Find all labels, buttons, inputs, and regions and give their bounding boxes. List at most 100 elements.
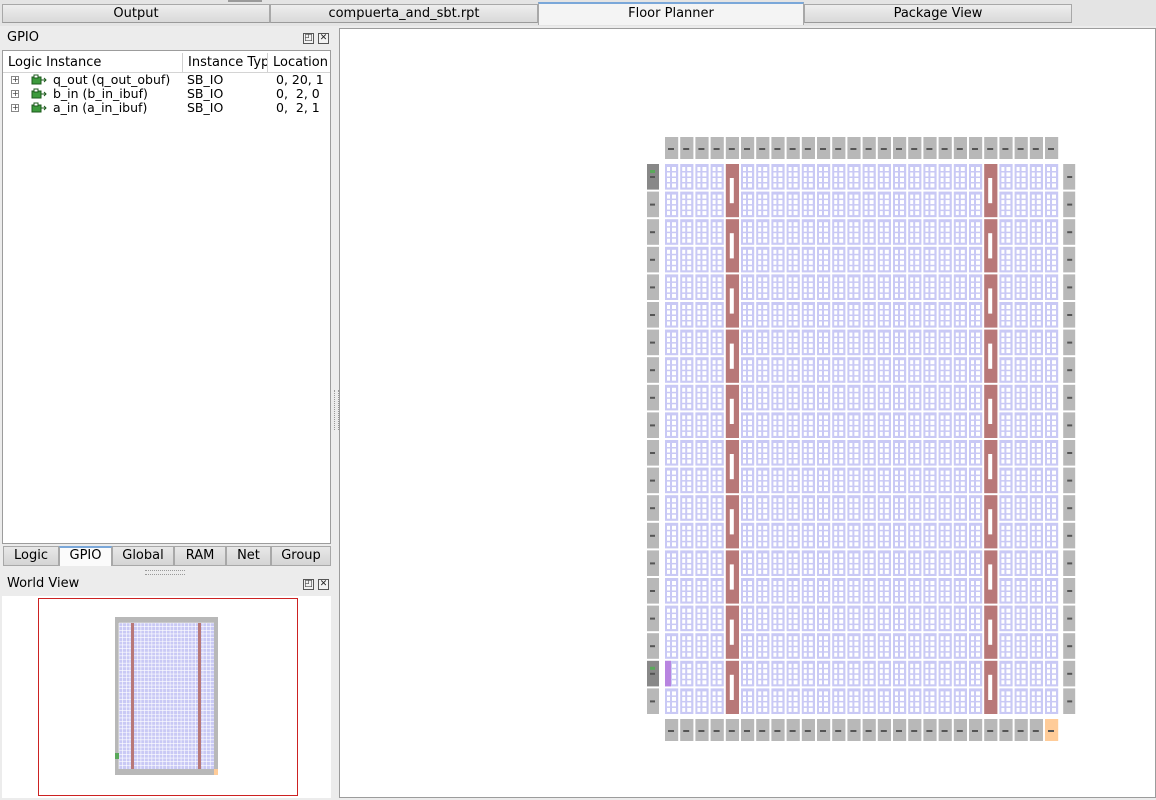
logic-cell[interactable] bbox=[788, 448, 792, 453]
logic-cell[interactable] bbox=[773, 205, 777, 210]
logic-cell[interactable] bbox=[697, 200, 701, 205]
logic-cell[interactable] bbox=[697, 387, 701, 392]
logic-cell[interactable] bbox=[712, 443, 716, 447]
logic-cell[interactable] bbox=[1016, 702, 1020, 707]
logic-cell[interactable] bbox=[763, 321, 768, 326]
logic-cell[interactable] bbox=[808, 476, 813, 481]
logic-tile[interactable] bbox=[771, 302, 785, 328]
io-pin[interactable] bbox=[972, 730, 978, 732]
logic-cell[interactable] bbox=[687, 487, 692, 492]
logic-cell[interactable] bbox=[682, 393, 686, 398]
logic-tile[interactable] bbox=[953, 605, 967, 632]
logic-cell[interactable] bbox=[849, 702, 853, 707]
logic-cell[interactable] bbox=[808, 249, 813, 254]
logic-tile[interactable] bbox=[710, 578, 724, 604]
logic-cell[interactable] bbox=[788, 194, 792, 199]
logic-cell[interactable] bbox=[925, 498, 929, 503]
logic-cell[interactable] bbox=[682, 443, 686, 447]
logic-cell[interactable] bbox=[910, 625, 914, 630]
logic-tile[interactable] bbox=[756, 329, 770, 356]
logic-cell[interactable] bbox=[702, 498, 707, 503]
logic-cell[interactable] bbox=[854, 525, 859, 530]
logic-cell[interactable] bbox=[915, 542, 920, 547]
logic-cell[interactable] bbox=[940, 211, 944, 216]
logic-cell[interactable] bbox=[717, 569, 722, 574]
logic-cell[interactable] bbox=[960, 525, 965, 530]
logic-cell[interactable] bbox=[1031, 558, 1035, 563]
logic-tile[interactable] bbox=[741, 412, 755, 438]
logic-cell[interactable] bbox=[793, 564, 798, 569]
logic-cell[interactable] bbox=[758, 431, 762, 436]
logic-cell[interactable] bbox=[971, 305, 974, 309]
logic-cell[interactable] bbox=[879, 211, 883, 216]
logic-cell[interactable] bbox=[687, 183, 692, 188]
logic-cell[interactable] bbox=[940, 255, 944, 260]
logic-cell[interactable] bbox=[895, 553, 898, 558]
logic-tile[interactable] bbox=[771, 495, 785, 521]
logic-cell[interactable] bbox=[793, 260, 798, 265]
logic-cell[interactable] bbox=[1006, 569, 1011, 574]
logic-cell[interactable] bbox=[925, 426, 929, 431]
logic-cell[interactable] bbox=[940, 431, 944, 436]
logic-cell[interactable] bbox=[697, 349, 701, 354]
logic-cell[interactable] bbox=[793, 282, 798, 287]
logic-cell[interactable] bbox=[955, 542, 959, 547]
logic-cell[interactable] bbox=[697, 702, 701, 707]
logic-cell[interactable] bbox=[773, 459, 777, 464]
logic-cell[interactable] bbox=[763, 470, 768, 475]
logic-cell[interactable] bbox=[1052, 360, 1056, 365]
logic-cell[interactable] bbox=[976, 558, 980, 563]
logic-cell[interactable] bbox=[778, 222, 783, 227]
logic-cell[interactable] bbox=[687, 343, 692, 348]
logic-cell[interactable] bbox=[940, 310, 944, 315]
logic-cell[interactable] bbox=[743, 696, 746, 701]
logic-cell[interactable] bbox=[667, 696, 670, 701]
logic-cell[interactable] bbox=[819, 398, 822, 403]
logic-cell[interactable] bbox=[808, 531, 813, 536]
logic-cell[interactable] bbox=[1006, 282, 1011, 287]
logic-cell[interactable] bbox=[1021, 569, 1026, 574]
logic-cell[interactable] bbox=[824, 404, 828, 409]
logic-cell[interactable] bbox=[712, 641, 716, 646]
logic-cell[interactable] bbox=[793, 431, 798, 436]
logic-cell[interactable] bbox=[910, 669, 914, 674]
logic-cell[interactable] bbox=[1016, 376, 1020, 381]
logic-cell[interactable] bbox=[945, 238, 950, 243]
logic-cell[interactable] bbox=[1006, 459, 1011, 464]
logic-cell[interactable] bbox=[1021, 476, 1026, 481]
logic-cell[interactable] bbox=[702, 360, 707, 365]
logic-cell[interactable] bbox=[910, 531, 914, 536]
io-pin[interactable] bbox=[1048, 730, 1054, 732]
logic-cell[interactable] bbox=[763, 260, 768, 265]
logic-cell[interactable] bbox=[702, 398, 707, 403]
logic-cell[interactable] bbox=[819, 371, 822, 376]
logic-cell[interactable] bbox=[758, 343, 762, 348]
logic-cell[interactable] bbox=[945, 398, 950, 403]
io-pin[interactable] bbox=[987, 730, 994, 732]
logic-cell[interactable] bbox=[758, 211, 762, 216]
logic-cell[interactable] bbox=[910, 277, 914, 282]
logic-cell[interactable] bbox=[808, 233, 813, 238]
logic-cell[interactable] bbox=[915, 636, 920, 641]
logic-cell[interactable] bbox=[960, 183, 965, 188]
logic-cell[interactable] bbox=[1036, 282, 1041, 287]
logic-tile[interactable] bbox=[893, 633, 907, 659]
logic-cell[interactable] bbox=[687, 553, 692, 558]
logic-cell[interactable] bbox=[849, 393, 853, 398]
logic-cell[interactable] bbox=[895, 227, 898, 232]
logic-cell[interactable] bbox=[1001, 525, 1005, 530]
logic-cell[interactable] bbox=[682, 431, 686, 436]
logic-tile[interactable] bbox=[801, 412, 815, 438]
logic-cell[interactable] bbox=[834, 293, 838, 298]
logic-cell[interactable] bbox=[1021, 669, 1026, 674]
logic-cell[interactable] bbox=[930, 680, 935, 685]
logic-cell[interactable] bbox=[910, 614, 914, 619]
logic-cell[interactable] bbox=[717, 498, 722, 503]
logic-cell[interactable] bbox=[803, 316, 807, 320]
logic-cell[interactable] bbox=[682, 663, 686, 668]
logic-cell[interactable] bbox=[748, 487, 752, 492]
logic-cell[interactable] bbox=[879, 277, 883, 282]
logic-cell[interactable] bbox=[697, 205, 701, 210]
ram-tile-port[interactable] bbox=[988, 674, 993, 700]
logic-cell[interactable] bbox=[788, 332, 792, 337]
